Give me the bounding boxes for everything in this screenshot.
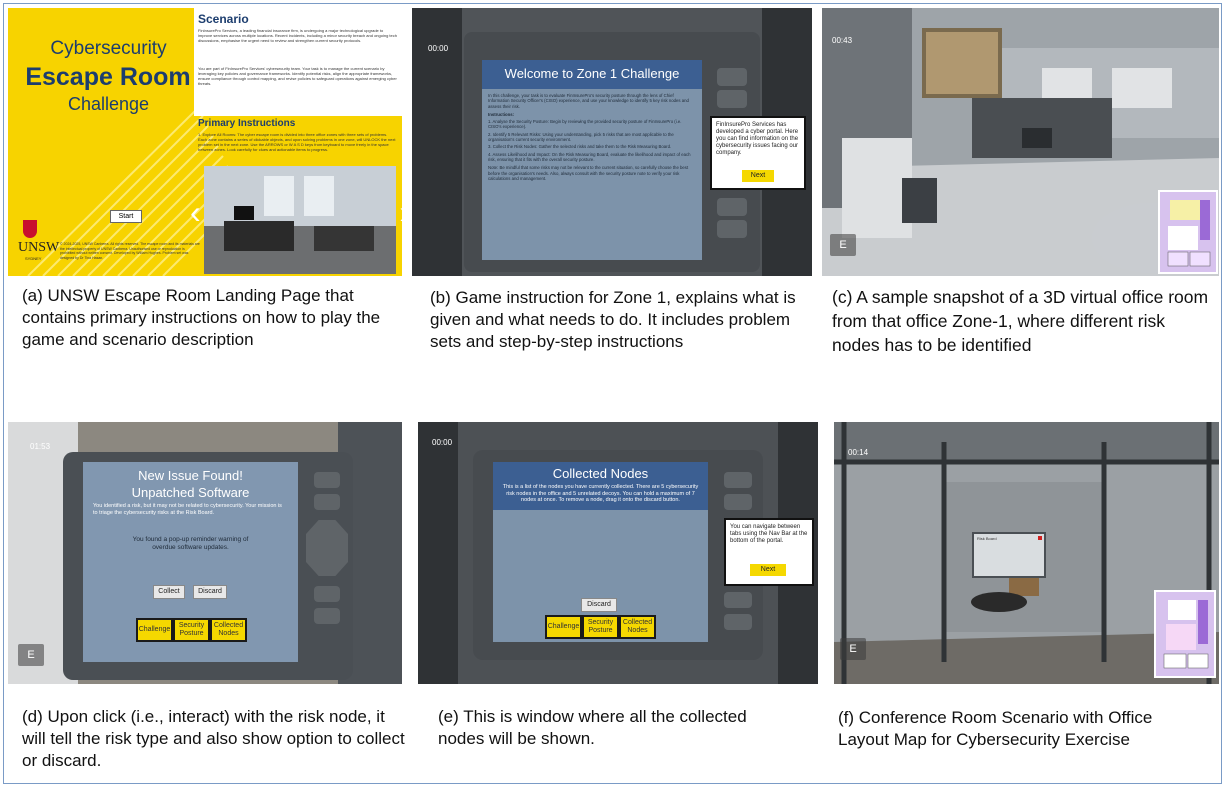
game-timer: 00:14 (848, 448, 869, 457)
side-tab-1[interactable] (314, 472, 340, 488)
caption-e: (e) This is window where all the collect… (438, 707, 747, 748)
start-button[interactable]: Start (110, 210, 142, 223)
instruction-step-1: 1. Analyse the Security Posture: Begin b… (488, 119, 682, 130)
nav-hint-popup: You can navigate between tabs using the … (724, 518, 814, 586)
office-layout-minimap (1158, 190, 1218, 274)
side-tab-3[interactable] (717, 198, 747, 216)
discard-button[interactable]: Discard (581, 598, 617, 612)
popup-text: FinInsurePro Services has developed a cy… (716, 122, 799, 156)
discard-button[interactable]: Discard (193, 585, 227, 599)
side-tab-1[interactable] (717, 68, 747, 86)
instruction-step-2: 2. Identify 5 Relevant Risks: Using your… (488, 131, 674, 143)
minimap-rooms (1163, 600, 1209, 669)
side-tab-4[interactable] (717, 220, 747, 238)
carousel-next-button[interactable]: › (399, 194, 402, 231)
panel-c-office-zone1: 00:43 E (822, 8, 1219, 276)
caption-c: (c) A sample snapshot of a 3D virtual of… (832, 287, 1209, 355)
side-tab-2[interactable] (724, 494, 752, 510)
unsw-logo-subtext: SYDNEY (25, 256, 42, 261)
instructions-heading: Primary Instructions (198, 118, 296, 129)
welcome-dialog: Welcome to Zone 1 Challenge In this chal… (482, 60, 702, 260)
interact-key-hint: E (830, 234, 856, 256)
instruction-step-4: 4. Assess Likelihood and Impact: On the … (488, 151, 691, 162)
unsw-crest-icon (23, 220, 37, 238)
scenario-paragraph-1: FinInsurePro Services, a leading financi… (198, 28, 397, 43)
issue-description: You identified a risk, but it may not be… (93, 503, 282, 516)
next-button[interactable]: Next (750, 564, 786, 576)
issue-title-line-2: Unpatched Software (131, 485, 250, 500)
office-layout-minimap (1154, 590, 1216, 678)
title-line-1: Cybersecurity (50, 38, 167, 59)
minimap-rooms (1167, 200, 1211, 267)
nav-tab-security-posture[interactable]: Security Posture (582, 615, 619, 639)
side-octagon-button[interactable] (306, 520, 348, 576)
panel-a-landing-page: Cybersecurity Escape Room Challenge Scen… (8, 8, 402, 276)
interact-key-hint: E (18, 644, 44, 666)
caption-d: (d) Upon click (i.e., interact) with the… (22, 707, 405, 770)
next-button[interactable]: Next (742, 170, 774, 182)
instruction-step-3: 3. Collect the Risk Nodes: Gather the se… (488, 144, 672, 150)
side-tab-4[interactable] (314, 608, 340, 624)
side-tab-2[interactable] (314, 494, 340, 510)
risk-board[interactable]: Risk Board (972, 532, 1046, 578)
nav-tab-collected-nodes[interactable]: Collected Nodes (210, 618, 247, 642)
panel-d-new-issue: 01:53 New Issue Found! Unpatched Softwar… (8, 422, 402, 684)
scenario-heading: Scenario (198, 12, 249, 26)
nav-tab-security-posture[interactable]: Security Posture (173, 618, 210, 642)
panel-b-zone1-instructions: 00:00 Welcome to Zone 1 Challenge In thi… (412, 8, 812, 276)
collected-description: This is a list of the nodes you have cur… (502, 484, 699, 503)
instructions-paragraph: 1. Explore All Rooms: The cyber escape r… (198, 132, 396, 152)
preview-carousel[interactable]: ‹ › (190, 166, 402, 274)
scenario-paragraph-2: You are part of FinInsurePro Services' c… (198, 66, 397, 86)
side-tab-2[interactable] (717, 90, 747, 108)
side-tab-1[interactable] (724, 472, 752, 488)
unsw-logo-text: UNSW (18, 240, 60, 255)
issue-finding: You found a pop-up reminder warning of o… (132, 536, 249, 551)
collect-button[interactable]: Collect (153, 585, 185, 599)
panel-f-conference-room: Risk Board 00:14 E (834, 422, 1219, 684)
risk-board-close-icon[interactable] (1038, 536, 1042, 540)
title-line-3: Challenge (67, 94, 150, 114)
title-line-2: Escape Room (25, 63, 191, 91)
interact-key-hint: E (840, 638, 866, 660)
game-timer: 00:00 (432, 438, 453, 447)
nav-tab-challenge[interactable]: Challenge (545, 615, 582, 639)
caption-f: (f) Conference Room Scenario with Office… (838, 708, 1153, 749)
collected-header: Collected Nodes This is a list of the no… (493, 462, 708, 510)
panel-e-collected-nodes: 00:00 Collected Nodes This is a list of … (418, 422, 818, 684)
dialog-intro: In this challenge, your task is to evalu… (488, 93, 689, 109)
caption-b: (b) Game instruction for Zone 1, explain… (430, 288, 796, 351)
copyright-text: © 2024-2025, UNSW Canberra. All rights r… (60, 242, 200, 260)
scenario-panel: Scenario FinInsurePro Services, a leadin… (194, 8, 402, 116)
nav-hint-text: You can navigate between tabs using the … (730, 524, 808, 544)
carousel-prev-button[interactable]: ‹ (190, 194, 201, 231)
nav-tab-collected-nodes[interactable]: Collected Nodes (619, 615, 656, 639)
game-timer: 01:53 (30, 442, 51, 451)
side-tab-4[interactable] (724, 614, 752, 630)
side-tab-3[interactable] (724, 592, 752, 608)
instructions-label: Instructions: (488, 111, 515, 117)
risk-board-title: Risk Board (977, 536, 997, 541)
side-tab-3[interactable] (314, 586, 340, 602)
issue-title-line-1: New Issue Found! (138, 468, 243, 483)
game-timer: 00:43 (832, 36, 853, 45)
nav-tab-challenge[interactable]: Challenge (136, 618, 173, 642)
game-timer: 00:00 (428, 44, 449, 53)
caption-a: (a) UNSW Escape Room Landing Page that c… (22, 286, 381, 349)
portal-popup: FinInsurePro Services has developed a cy… (710, 116, 806, 190)
office-preview-image (204, 166, 396, 274)
dialog-title: Welcome to Zone 1 Challenge (482, 60, 702, 89)
dialog-note: Note: Be mindful that some risks may not… (488, 165, 689, 181)
collected-title: Collected Nodes (552, 466, 649, 481)
